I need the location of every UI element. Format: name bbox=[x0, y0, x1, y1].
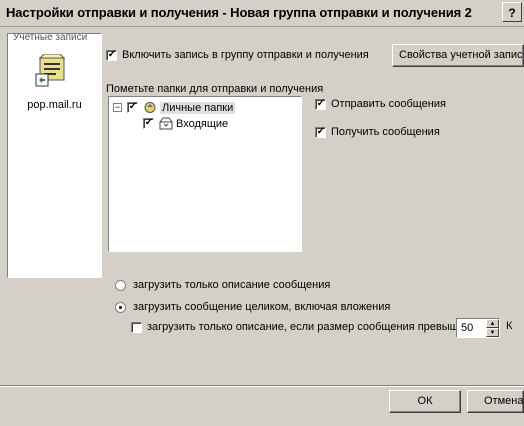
title-bar: Настройки отправки и получения - Новая г… bbox=[0, 0, 524, 27]
help-button[interactable]: ? bbox=[502, 2, 522, 22]
accounts-header: Учетные записи bbox=[13, 32, 88, 43]
size-limit-unit: К bbox=[506, 320, 513, 332]
size-limit-stepper[interactable]: 50 ▲ ▼ bbox=[456, 318, 500, 338]
cancel-button[interactable]: Отмена bbox=[467, 390, 524, 413]
tree-item-personal-folders[interactable]: − Личные папки bbox=[113, 101, 236, 114]
accounts-list[interactable]: Учетные записи pop.mail.ru bbox=[7, 32, 102, 278]
folders-label: Пометьте папки для отправки и получения bbox=[106, 83, 324, 95]
send-messages-label: Отправить сообщения bbox=[331, 98, 446, 110]
ok-button[interactable]: ОК bbox=[389, 390, 461, 413]
folder-tree[interactable]: − Личные папки Входящие bbox=[108, 96, 302, 252]
include-account-checkbox-box[interactable] bbox=[106, 49, 117, 61]
personal-folders-icon bbox=[144, 102, 156, 113]
include-account-label: Включить запись в группу отправки и полу… bbox=[122, 49, 369, 61]
receive-messages-checkbox[interactable]: Получить сообщения bbox=[315, 126, 440, 138]
account-properties-button[interactable]: Свойства учетной записи... bbox=[392, 44, 524, 67]
tree-item-inbox[interactable]: Входящие bbox=[143, 117, 228, 130]
receive-messages-label: Получить сообщения bbox=[331, 126, 440, 138]
stepper-down-icon[interactable]: ▼ bbox=[486, 328, 499, 337]
personal-folders-checkbox[interactable] bbox=[127, 102, 143, 113]
full-message-radio[interactable]: загрузить сообщение целиком, включая вло… bbox=[115, 301, 390, 313]
footer-separator bbox=[0, 385, 524, 387]
include-account-checkbox[interactable]: Включить запись в группу отправки и полу… bbox=[106, 49, 369, 61]
account-item-pop-mail-ru[interactable]: pop.mail.ru bbox=[8, 99, 101, 111]
size-limit-checkbox[interactable]: загрузить только описание, если размер с… bbox=[131, 321, 475, 333]
window-title: Настройки отправки и получения - Новая г… bbox=[6, 5, 472, 20]
stepper-up-icon[interactable]: ▲ bbox=[486, 319, 499, 328]
headers-only-label: загрузить только описание сообщения bbox=[133, 279, 331, 291]
personal-folders-label: Личные папки bbox=[160, 101, 236, 114]
tree-expander[interactable]: − bbox=[113, 103, 122, 112]
size-limit-value[interactable]: 50 bbox=[461, 322, 473, 334]
full-message-label: загрузить сообщение целиком, включая вло… bbox=[133, 301, 391, 313]
send-messages-checkbox[interactable]: Отправить сообщения bbox=[315, 98, 446, 110]
inbox-checkbox[interactable] bbox=[143, 118, 159, 129]
inbox-label: Входящие bbox=[176, 117, 229, 130]
inbox-icon bbox=[159, 117, 173, 130]
size-limit-label: загрузить только описание, если размер с… bbox=[147, 321, 476, 333]
size-limit-arrows[interactable]: ▲ ▼ bbox=[486, 319, 499, 337]
account-icon bbox=[35, 54, 66, 87]
headers-only-radio[interactable]: загрузить только описание сообщения bbox=[115, 279, 330, 291]
